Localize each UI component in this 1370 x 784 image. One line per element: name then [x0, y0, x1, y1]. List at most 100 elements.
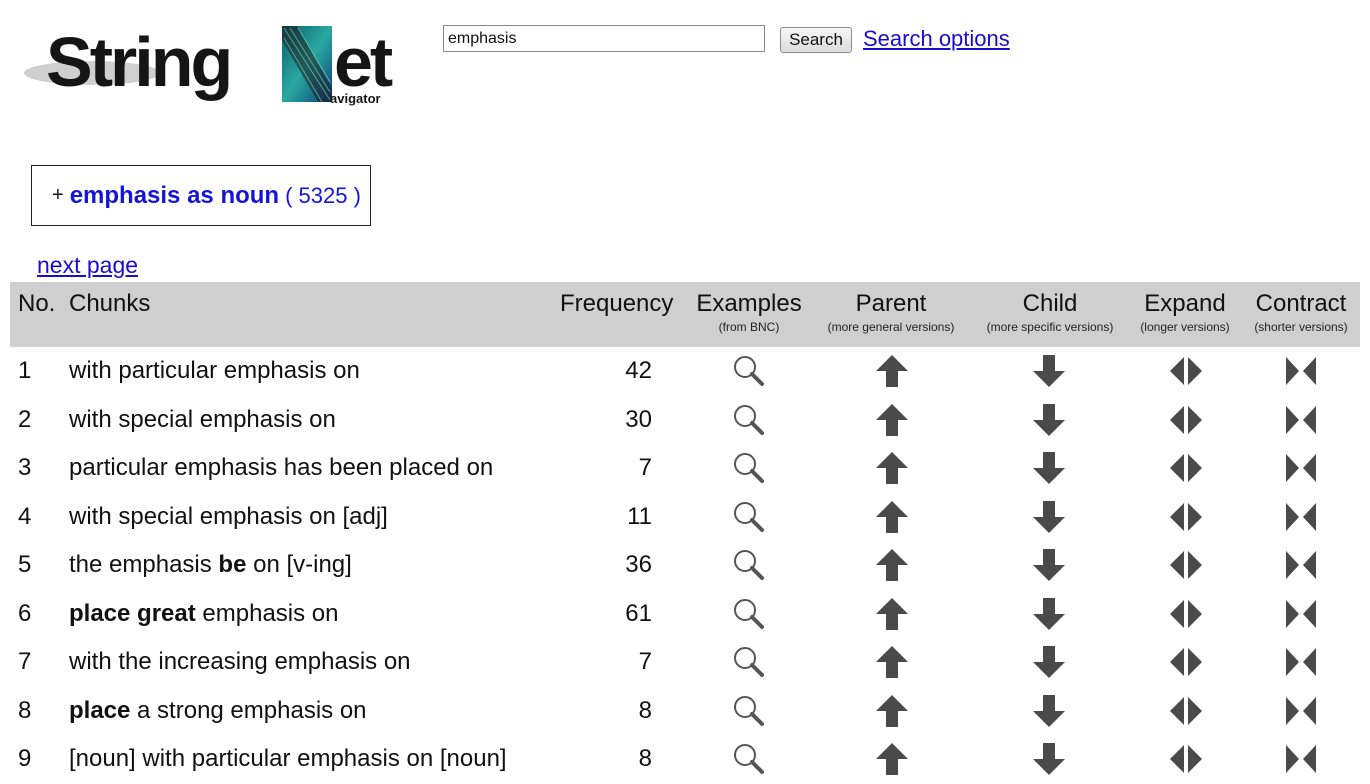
row-number: 7 — [18, 648, 32, 675]
table-row: 9 [noun] with particular emphasis on [nou… — [10, 735, 1360, 784]
magnifier-icon[interactable] — [731, 596, 767, 632]
chunk-text: particular emphasis has been placed on — [69, 454, 493, 482]
down-arrow-icon[interactable] — [1031, 450, 1067, 486]
table-row: 1 with particular emphasis on 42 — [10, 347, 1360, 396]
svg-text:et: et — [334, 23, 393, 101]
expand-icon[interactable] — [1168, 499, 1204, 535]
up-arrow-icon[interactable] — [874, 450, 910, 486]
logo-n-mark — [282, 26, 332, 103]
chunk-segment: with special emphasis on — [69, 405, 336, 433]
down-arrow-icon[interactable] — [1031, 693, 1067, 729]
down-arrow-icon[interactable] — [1031, 644, 1067, 680]
chunk-segment: particular emphasis has been placed on — [69, 454, 494, 481]
down-arrow-icon[interactable] — [1031, 741, 1067, 777]
expand-icon[interactable] — [1168, 741, 1204, 777]
frequency-value: 61 — [625, 599, 652, 627]
expand-icon[interactable] — [1168, 693, 1204, 729]
up-arrow-icon[interactable] — [874, 596, 910, 632]
stringnet-logo: String et avigator — [22, 18, 427, 113]
magnifier-icon[interactable] — [731, 547, 767, 583]
table-row: 8 place a strong emphasis on 8 — [10, 687, 1360, 736]
sense-label[interactable]: emphasis as noun — [70, 182, 279, 210]
chunk-segment: with the increasing emphasis on — [69, 648, 411, 675]
contract-icon[interactable] — [1283, 547, 1319, 583]
magnifier-icon[interactable] — [731, 499, 767, 535]
table-row: 6 place great emphasis on 61 — [10, 590, 1360, 639]
chunk-bold-segment: place — [69, 696, 131, 724]
table-body: 1 with particular emphasis on 42 2 with spec… — [10, 347, 1360, 784]
row-number: 2 — [18, 405, 32, 433]
chunk-text: with particular emphasis on — [69, 357, 360, 385]
chunk-segment: emphasis on — [195, 599, 339, 627]
header-chunks: Chunks — [69, 290, 151, 317]
svg-text:avigator: avigator — [330, 91, 381, 106]
table-row: 7 with the increasing emphasis on 7 — [10, 638, 1360, 687]
down-arrow-icon[interactable] — [1031, 547, 1067, 583]
magnifier-icon[interactable] — [731, 693, 767, 729]
expand-icon[interactable] — [1168, 450, 1204, 486]
results-table: No. Chunks Frequency Examples (from BNC) … — [10, 282, 1360, 784]
next-page-link[interactable]: next page — [37, 252, 138, 279]
table-header: No. Chunks Frequency Examples (from BNC) … — [10, 282, 1360, 347]
frequency-value: 8 — [638, 696, 652, 724]
header-child: Child (more specific versions) — [986, 290, 1114, 334]
search-button[interactable]: Search — [780, 27, 852, 53]
down-arrow-icon[interactable] — [1031, 499, 1067, 535]
table-row: 3 particular emphasis has been placed on 7 — [10, 444, 1360, 493]
up-arrow-icon[interactable] — [874, 547, 910, 583]
up-arrow-icon[interactable] — [874, 644, 910, 680]
expand-icon[interactable] — [1168, 402, 1204, 438]
row-number: 1 — [18, 357, 32, 384]
down-arrow-icon[interactable] — [1031, 402, 1067, 438]
magnifier-icon[interactable] — [731, 644, 767, 680]
expand-icon[interactable] — [1168, 353, 1204, 389]
magnifier-icon[interactable] — [731, 450, 767, 486]
frequency-value: 30 — [625, 405, 652, 433]
up-arrow-icon[interactable] — [874, 402, 910, 438]
contract-icon[interactable] — [1283, 644, 1319, 680]
chunk-segment: with particular emphasis on — [69, 357, 360, 384]
header-contract: Contract (shorter versions) — [1254, 290, 1348, 334]
chunk-text: [noun] with particular emphasis on [noun… — [69, 745, 507, 773]
contract-icon[interactable] — [1283, 741, 1319, 777]
frequency-value: 36 — [625, 551, 652, 578]
chunk-text: with special emphasis on [adj] — [69, 503, 388, 531]
chunk-text: place a strong emphasis on — [69, 697, 367, 725]
magnifier-icon[interactable] — [731, 402, 767, 438]
sense-count: ( 5325 ) — [285, 182, 361, 208]
table-row: 4 with special emphasis on [adj] 11 — [10, 493, 1360, 542]
contract-icon[interactable] — [1283, 353, 1319, 389]
contract-icon[interactable] — [1283, 450, 1319, 486]
table-row: 5 the emphasis be on [v-ing] 36 — [10, 541, 1360, 590]
up-arrow-icon[interactable] — [874, 353, 910, 389]
expand-icon[interactable] — [1168, 644, 1204, 680]
magnifier-icon[interactable] — [731, 353, 767, 389]
expand-sense-toggle[interactable]: + — [52, 184, 64, 207]
frequency-value: 42 — [625, 357, 652, 384]
expand-icon[interactable] — [1168, 596, 1204, 632]
row-number: 8 — [18, 696, 32, 724]
down-arrow-icon[interactable] — [1031, 353, 1067, 389]
contract-icon[interactable] — [1283, 596, 1319, 632]
row-number: 3 — [18, 454, 32, 481]
chunk-text: the emphasis be on [v-ing] — [69, 551, 352, 579]
row-number: 5 — [18, 551, 32, 578]
frequency-value: 7 — [638, 648, 652, 675]
chunk-segment: on [v-ing] — [246, 551, 352, 578]
contract-icon[interactable] — [1283, 499, 1319, 535]
up-arrow-icon[interactable] — [874, 741, 910, 777]
search-input[interactable] — [443, 25, 765, 52]
up-arrow-icon[interactable] — [874, 693, 910, 729]
chunk-bold-segment: place great — [69, 599, 196, 627]
up-arrow-icon[interactable] — [874, 499, 910, 535]
frequency-value: 8 — [638, 745, 652, 772]
search-options-link[interactable]: Search options — [863, 26, 1010, 52]
contract-icon[interactable] — [1283, 693, 1319, 729]
expand-icon[interactable] — [1168, 547, 1204, 583]
row-number: 9 — [18, 745, 32, 772]
chunk-text: with the increasing emphasis on — [69, 648, 411, 676]
magnifier-icon[interactable] — [731, 741, 767, 777]
contract-icon[interactable] — [1283, 402, 1319, 438]
down-arrow-icon[interactable] — [1031, 596, 1067, 632]
header-expand: Expand (longer versions) — [1140, 290, 1230, 334]
